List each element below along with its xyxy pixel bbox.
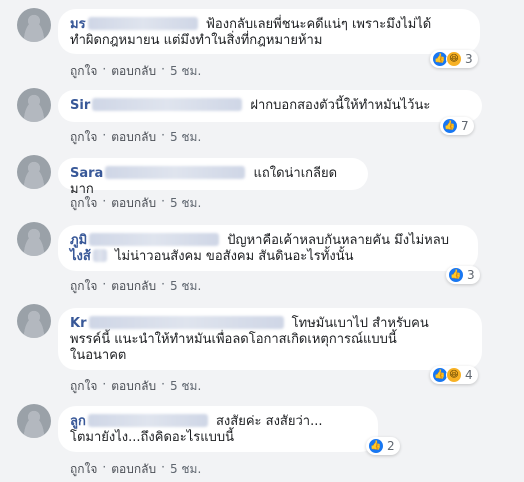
- redacted-name: [87, 17, 198, 30]
- redacted-name: [92, 98, 243, 111]
- comment-actions: ถูกใจ · ตอบกลับ · 5 ชม.: [70, 194, 201, 213]
- reaction-summary[interactable]: 👍 2: [366, 437, 400, 455]
- like-link[interactable]: ถูกใจ: [70, 277, 97, 296]
- reply-link[interactable]: ตอบกลับ: [111, 377, 156, 396]
- reaction-count: 3: [465, 52, 473, 66]
- comment-text: ฟ้องกลับเลยพี่ชนะคดีแน่ๆ เพราะมึงไม่ได้: [205, 17, 432, 32]
- like-link[interactable]: ถูกใจ: [70, 377, 97, 396]
- redacted-name: [87, 414, 208, 427]
- comment-text: โตมายังไง...ถึงคิดอะไรแบบนี้: [70, 430, 234, 445]
- timestamp[interactable]: 5 ชม.: [170, 377, 201, 396]
- reply-link[interactable]: ตอบกลับ: [111, 460, 156, 479]
- reaction-summary[interactable]: 👍 7: [440, 117, 474, 135]
- reply-link[interactable]: ตอบกลับ: [111, 194, 156, 213]
- timestamp[interactable]: 5 ชม.: [170, 194, 201, 213]
- comment-text: พรรค์นี้ แนะนำให้ทำหมันเพื่อลดโอกาสเกิดเ…: [70, 332, 397, 347]
- redacted-name: [88, 316, 284, 329]
- commenter-name[interactable]: Kr: [70, 316, 87, 331]
- comment-bubble: ลูก สงสัยค่ะ สงสัยว่า... โตมายังไง...ถึง…: [58, 406, 378, 452]
- avatar[interactable]: [17, 88, 51, 122]
- comment-bubble: มร ฟ้องกลับเลยพี่ชนะคดีแน่ๆ เพราะมึงไม่ไ…: [58, 9, 480, 54]
- haha-icon: 😆: [446, 367, 462, 383]
- commenter-name[interactable]: ลูก: [70, 414, 86, 429]
- comment-text: สงสัยค่ะ สงสัยว่า...: [215, 414, 323, 429]
- comment-actions: ถูกใจ · ตอบกลับ · 5 ชม.: [70, 460, 201, 479]
- timestamp[interactable]: 5 ชม.: [170, 277, 201, 296]
- avatar[interactable]: [17, 222, 51, 256]
- comment-bubble: ภูมิ ปัญหาคือเค้าหลบกันหลายคัน มึงไม่หลบ…: [58, 225, 478, 271]
- comment-actions: ถูกใจ · ตอบกลับ · 5 ชม.: [70, 62, 201, 81]
- like-link[interactable]: ถูกใจ: [70, 194, 97, 213]
- commenter-name[interactable]: Sara: [70, 166, 103, 181]
- commenter-name[interactable]: Sir: [70, 98, 90, 113]
- comment-actions: ถูกใจ · ตอบกลับ · 5 ชม.: [70, 277, 201, 296]
- reaction-summary[interactable]: 👍 😆 4: [430, 366, 478, 384]
- reaction-summary[interactable]: 👍 😆 3: [430, 50, 478, 68]
- timestamp[interactable]: 5 ชม.: [170, 62, 201, 81]
- commenter-name: ไงส้: [70, 249, 91, 264]
- like-link[interactable]: ถูกใจ: [70, 62, 97, 81]
- comment-bubble: Sara แถใดน่าเกลียดมาก: [58, 158, 368, 197]
- reply-link[interactable]: ตอบกลับ: [111, 277, 156, 296]
- reaction-count: 7: [461, 119, 469, 133]
- comment-actions: ถูกใจ · ตอบกลับ · 5 ชม.: [70, 128, 201, 147]
- comment-text: ทำผิดกฎหมายน แต่มึงทำในสิ่งที่กฎหมายห้าม: [70, 33, 323, 48]
- timestamp[interactable]: 5 ชม.: [170, 460, 201, 479]
- like-link[interactable]: ถูกใจ: [70, 460, 97, 479]
- reply-link[interactable]: ตอบกลับ: [111, 128, 156, 147]
- comment-text: ในอนาคต: [70, 348, 127, 363]
- avatar[interactable]: [17, 404, 51, 438]
- comment-text: ฝากบอกสองตัวนี้ให้ทำหมันไว้นะ: [250, 98, 431, 113]
- like-icon: 👍: [448, 267, 464, 283]
- reaction-summary[interactable]: 👍 3: [446, 266, 480, 284]
- like-link[interactable]: ถูกใจ: [70, 128, 97, 147]
- comment-text: ปัญหาคือเค้าหลบกันหลายคัน มึงไม่หลบ: [227, 233, 449, 248]
- avatar[interactable]: [17, 304, 51, 338]
- timestamp[interactable]: 5 ชม.: [170, 128, 201, 147]
- haha-icon: 😆: [446, 51, 462, 67]
- avatar[interactable]: [17, 155, 51, 189]
- like-icon: 👍: [442, 118, 458, 134]
- comment-bubble: Sir ฝากบอกสองตัวนี้ให้ทำหมันไว้นะ: [58, 90, 482, 122]
- reply-link[interactable]: ตอบกลับ: [111, 62, 156, 81]
- comment-actions: ถูกใจ · ตอบกลับ · 5 ชม.: [70, 377, 201, 396]
- avatar[interactable]: [17, 8, 51, 42]
- commenter-name[interactable]: มร: [70, 17, 86, 32]
- reaction-count: 3: [467, 268, 475, 282]
- comment-text: ไม่น่าวอนสังคม ขอสังคม สันดินอะไรทั้งนั้…: [114, 249, 354, 264]
- redacted-name: [105, 166, 246, 179]
- reaction-count: 4: [465, 368, 473, 382]
- commenter-name[interactable]: ภูมิ: [70, 233, 87, 248]
- redacted-name: [89, 233, 220, 246]
- reaction-count: 2: [387, 439, 395, 453]
- comment-bubble: Kr โทษมันเบาไป สำหรับคน พรรค์นี้ แนะนำให…: [58, 308, 482, 370]
- redacted-name: [92, 249, 107, 262]
- like-icon: 👍: [368, 438, 384, 454]
- comment-text: โทษมันเบาไป สำหรับคน: [291, 316, 429, 331]
